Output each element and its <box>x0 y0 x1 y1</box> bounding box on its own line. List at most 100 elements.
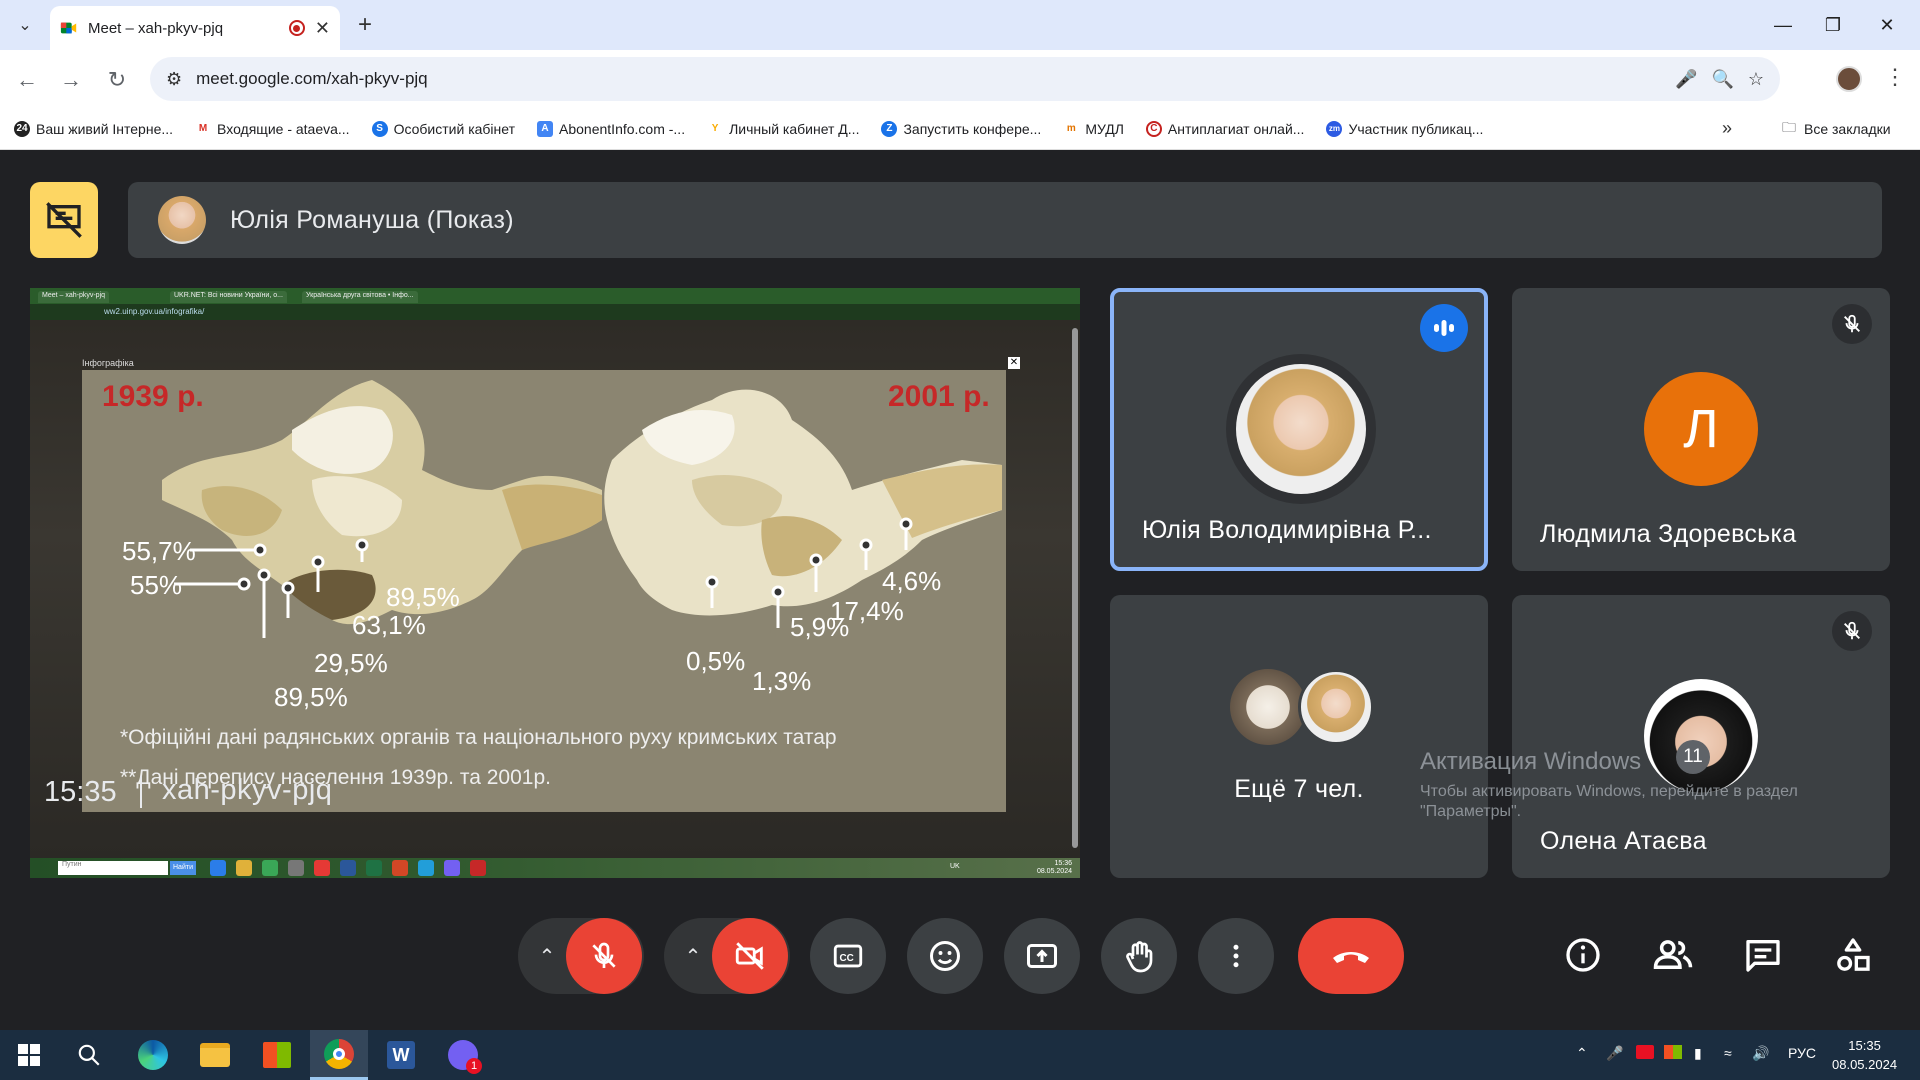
activities-button[interactable] <box>1828 930 1878 980</box>
taskbar-clock[interactable]: 15:35 08.05.2024 <box>1832 1036 1897 1074</box>
browser-tab-meet[interactable]: Meet – xah-pkyv-pjq ✕ <box>50 6 340 50</box>
inner-app-icon <box>236 860 252 876</box>
microphone-icon[interactable]: 🎤 <box>1675 69 1697 90</box>
participant-tile[interactable]: Юлія Володимирівна Р... <box>1110 288 1488 571</box>
restore-button[interactable]: ❐ <box>1818 10 1848 40</box>
moodle-icon: m <box>1063 120 1080 137</box>
presenter-bar: Юлія Романуша (Показ) <box>128 182 1882 258</box>
inner-scrollbar <box>1072 328 1078 848</box>
divider <box>140 776 142 808</box>
file-explorer-taskbar-button[interactable] <box>186 1030 244 1080</box>
participant-tile[interactable]: Л Людмила Здоревська <box>1512 288 1890 571</box>
battery-icon[interactable]: ▮ <box>1694 1045 1702 1062</box>
chrome-taskbar-button[interactable] <box>310 1030 368 1080</box>
start-button[interactable] <box>0 1030 58 1080</box>
bookmarks-overflow-icon[interactable]: » <box>1722 118 1732 139</box>
bookmark-star-icon[interactable]: ☆ <box>1748 69 1764 90</box>
inner-lang: UK <box>950 863 960 870</box>
present-button[interactable] <box>1004 918 1080 994</box>
pct-label: 5,9% <box>790 612 850 642</box>
site-settings-icon[interactable]: ⚙ <box>166 69 182 90</box>
bookmark-item[interactable]: m МУДЛ <box>1063 120 1124 137</box>
new-tab-button[interactable]: + <box>352 11 378 38</box>
bookmark-item[interactable]: Z Запустить конфере... <box>881 120 1041 137</box>
viber-taskbar-button[interactable]: 1 <box>434 1030 492 1080</box>
bookmark-favicon-icon: A <box>537 120 554 137</box>
url-text[interactable]: meet.google.com/xah-pkyv-pjq <box>196 69 1661 89</box>
profile-avatar[interactable] <box>1836 66 1862 92</box>
presentation-off-icon <box>46 202 82 238</box>
bookmark-favicon-icon: S <box>371 120 388 137</box>
minimize-button[interactable]: — <box>1768 10 1798 40</box>
gmail-icon: M <box>195 120 212 137</box>
footnote-1: *Офіційні дані радянських органів та нац… <box>120 726 837 749</box>
crimea-map-infographic: 1939 р. 2001 р. 55,7% 55% 89,5% 63,1% 29… <box>82 370 1006 812</box>
bookmark-favicon-icon: zm <box>1326 120 1343 137</box>
chat-icon <box>1746 940 1780 972</box>
reactions-button[interactable] <box>907 918 983 994</box>
back-button[interactable]: ← <box>12 65 42 95</box>
edge-taskbar-button[interactable] <box>124 1030 182 1080</box>
windows-activation-watermark: Активация Windows Чтобы активировать Win… <box>1420 748 1798 820</box>
bookmark-item[interactable]: S Особистий кабінет <box>371 120 515 137</box>
store-taskbar-button[interactable] <box>248 1030 306 1080</box>
pct-label: 55% <box>130 570 183 600</box>
address-bar[interactable]: ⚙ meet.google.com/xah-pkyv-pjq 🎤 🔍 ☆ <box>150 57 1780 101</box>
audio-settings-button[interactable]: ⌃ <box>527 936 567 976</box>
chat-button[interactable] <box>1738 930 1788 980</box>
avatar: Л <box>1644 372 1758 486</box>
search-button[interactable] <box>60 1030 118 1080</box>
show-hidden-icons[interactable]: ⌃ <box>1576 1045 1588 1062</box>
notification-badge: 1 <box>466 1058 482 1074</box>
meeting-info-button[interactable] <box>1558 930 1608 980</box>
microphone-tray-icon[interactable]: 🎤 <box>1606 1045 1623 1062</box>
reload-button[interactable]: ↻ <box>102 65 132 95</box>
leave-call-button[interactable] <box>1298 918 1404 994</box>
year-label-1939: 1939 р. <box>102 380 204 413</box>
bookmark-item[interactable]: zm Участник публикац... <box>1326 120 1483 137</box>
infographic-label: Інфографіка <box>82 358 134 368</box>
browser-menu-icon[interactable]: ⋮ <box>1884 64 1906 90</box>
people-icon <box>1653 940 1693 969</box>
bookmark-item[interactable]: M Входящие - ataeva... <box>195 120 350 137</box>
more-options-button[interactable] <box>1198 918 1274 994</box>
close-window-button[interactable]: ✕ <box>1872 10 1902 40</box>
bookmark-favicon-icon: 24 <box>14 120 30 137</box>
stop-presenting-button[interactable] <box>30 182 98 258</box>
call-end-icon <box>1333 952 1369 963</box>
tab-search-button[interactable]: ⌄ <box>10 10 40 40</box>
meeting-clock: 15:35 <box>44 776 117 808</box>
all-bookmarks-button[interactable]: 🗀 Все закладки <box>1782 117 1891 141</box>
bookmark-item[interactable]: A AbonentInfo.com -... <box>537 120 685 137</box>
forward-button[interactable]: → <box>56 65 86 95</box>
bookmark-favicon-icon: Y <box>707 120 724 137</box>
word-icon: W <box>387 1041 415 1069</box>
windows-taskbar: W 1 ⌃ 🎤 ▮ ≈ 🔊 РУС 15:35 08.05.2024 <box>0 1030 1920 1080</box>
participant-name: Олена Атаєва <box>1540 827 1707 855</box>
zoom-icon[interactable]: 🔍 <box>1711 69 1733 90</box>
word-taskbar-button[interactable]: W <box>372 1030 430 1080</box>
captions-button[interactable]: CC <box>810 918 886 994</box>
video-settings-button[interactable]: ⌃ <box>673 936 713 976</box>
others-tile[interactable]: Ещё 7 чел. <box>1110 595 1488 878</box>
edge-icon <box>138 1040 168 1070</box>
input-language[interactable]: РУС <box>1788 1045 1816 1061</box>
bookmark-item[interactable]: C Антиплагиат онлай... <box>1145 120 1304 137</box>
tab-close-icon[interactable]: ✕ <box>315 18 330 39</box>
inner-search-field: Путин <box>58 861 168 875</box>
raise-hand-button[interactable] <box>1101 918 1177 994</box>
wifi-icon[interactable]: ≈ <box>1724 1045 1732 1061</box>
browser-toolbar: ← → ↻ ⚙ meet.google.com/xah-pkyv-pjq 🎤 🔍… <box>0 50 1920 108</box>
bookmark-item[interactable]: Y Личный кабинет Д... <box>707 120 859 137</box>
tray-app-icon[interactable] <box>1636 1045 1654 1059</box>
inner-app-icon <box>210 860 226 876</box>
participant-tile[interactable]: Олена Атаєва <box>1512 595 1890 878</box>
avatar <box>1230 669 1306 745</box>
folder-icon <box>200 1043 230 1067</box>
volume-icon[interactable]: 🔊 <box>1752 1045 1769 1062</box>
tray-app-icon[interactable] <box>1664 1045 1682 1059</box>
people-button[interactable] <box>1648 930 1698 980</box>
bookmark-item[interactable]: 24 Ваш живий Інтерне... <box>14 120 173 137</box>
camera-toggle-button[interactable] <box>712 918 788 994</box>
mic-toggle-button[interactable] <box>566 918 642 994</box>
